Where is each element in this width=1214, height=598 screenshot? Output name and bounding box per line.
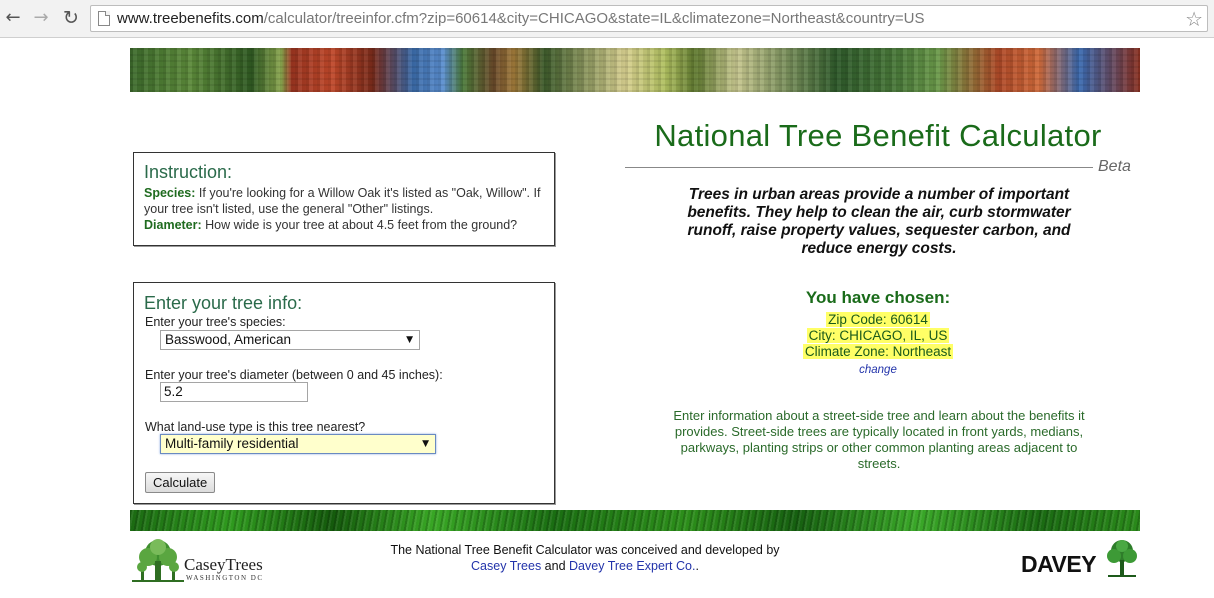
davey-tree-link[interactable]: Davey Tree Expert Co. — [569, 559, 695, 573]
casey-trees-wordmark: CaseyTrees — [184, 555, 263, 574]
davey-tree-icon — [1107, 540, 1137, 577]
diameter-input[interactable]: 5.2 — [160, 382, 308, 402]
footer-credit: The National Tree Benefit Calculator was… — [390, 543, 780, 573]
address-bar[interactable]: www.treebenefits.com/calculator/treeinfo… — [90, 5, 1208, 32]
calculate-button[interactable]: Calculate — [145, 472, 216, 493]
change-location-link[interactable]: change — [625, 364, 1131, 376]
instruction-diameter: Diameter: How wide is your tree at about… — [144, 218, 518, 232]
tree-info-form: Enter your tree info: Enter your tree's … — [133, 282, 555, 504]
chosen-zip: Zip Code: 60614 — [826, 312, 930, 327]
species-label: Enter your tree's species: — [145, 315, 286, 329]
chosen-city: City: CHICAGO, IL, US — [806, 328, 950, 343]
landuse-label: What land-use type is this tree nearest? — [145, 420, 366, 434]
browser-toolbar: ← → ↻ www.treebenefits.com/calculator/tr… — [0, 0, 1214, 38]
dropdown-arrow-icon: ▼ — [422, 439, 429, 449]
header-banner-image — [130, 48, 1140, 92]
instruction-species: Species: If you're looking for a Willow … — [144, 186, 541, 216]
casey-trees-subtitle: WASHINGTON DC — [186, 574, 264, 582]
bookmark-star-icon[interactable]: ☆ — [1185, 7, 1203, 31]
species-select[interactable]: Basswood, American ▼ — [160, 330, 420, 350]
title-divider — [625, 167, 1093, 168]
beta-label: Beta — [1098, 158, 1131, 175]
page-title: National Tree Benefit Calculator — [654, 118, 1102, 153]
reload-icon[interactable]: ↻ — [60, 7, 82, 29]
chosen-climate: Climate Zone: Northeast — [802, 344, 954, 359]
diameter-label: Enter your tree's diameter (between 0 an… — [145, 368, 443, 382]
davey-logo[interactable]: DAVEY — [1021, 551, 1097, 578]
landuse-select[interactable]: Multi-family residential ▼ — [160, 434, 436, 454]
forward-arrow-icon[interactable]: → — [30, 7, 52, 29]
intro-text: Trees in urban areas provide a number of… — [687, 186, 1071, 257]
form-title: Enter your tree info: — [144, 293, 303, 313]
casey-tree-icon — [132, 539, 184, 582]
footer-grass-image — [130, 510, 1140, 531]
street-tree-info: Enter information about a street-side tr… — [673, 408, 1085, 471]
dropdown-arrow-icon: ▼ — [406, 335, 413, 345]
url-text[interactable]: www.treebenefits.com/calculator/treeinfo… — [117, 10, 924, 27]
chosen-details: Zip Code: 60614 City: CHICAGO, IL, US Cl… — [625, 312, 1131, 360]
instruction-box: Instruction: Species: If you're looking … — [133, 152, 555, 246]
back-arrow-icon[interactable]: ← — [2, 7, 24, 29]
chosen-title: You have chosen: — [805, 288, 951, 307]
casey-trees-link[interactable]: Casey Trees — [471, 559, 541, 573]
page-icon — [98, 11, 110, 26]
instruction-title: Instruction: — [144, 162, 233, 182]
